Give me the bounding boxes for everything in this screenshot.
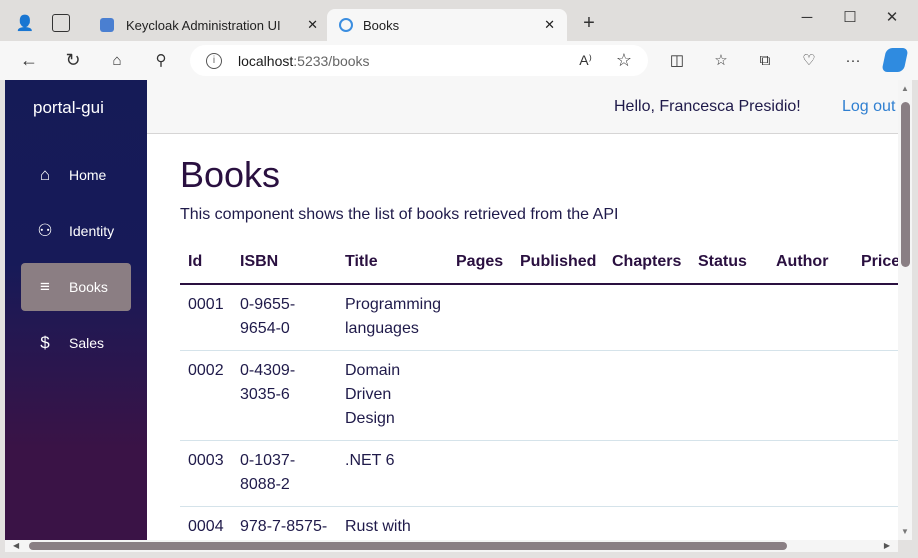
tab-keycloak[interactable]: Keycloak Administration UI ✕ [92,9,326,41]
cell-title: Rust with [337,506,448,540]
brand-link[interactable]: portal-gui [33,98,104,118]
search-icon[interactable]: ⚲ [150,49,172,71]
horizontal-scrollbar[interactable]: ◀ ▶ [5,540,898,552]
sidebar-item-identity[interactable]: ⚇ Identity [21,207,131,255]
cell-id: 0003 [180,440,232,507]
info-icon[interactable]: i [206,52,222,69]
scroll-up-icon[interactable]: ▲ [901,84,909,93]
copilot-icon[interactable] [881,48,909,72]
cell-id: 0004 [180,506,232,540]
person-icon: ⚇ [37,221,53,240]
read-aloud-icon[interactable]: A⁾ [579,52,592,69]
maximize-icon[interactable]: ☐ [838,6,862,28]
refresh-icon[interactable]: ↻ [62,49,84,71]
tab-strip: 👤 Keycloak Administration UI ✕ Books ✕ +… [0,0,918,41]
home-icon: ⌂ [39,165,51,184]
browser-essentials-icon[interactable]: ♡ [798,49,820,71]
cell-title: Domain Driven Design [337,350,448,441]
favorite-icon[interactable]: ☆ [616,50,632,71]
column-header: Published [512,240,604,285]
cell-isbn: 0-1037-8088-2 [232,440,337,507]
favorites-icon[interactable]: ☆ [710,49,732,71]
tab-actions-icon[interactable] [52,14,70,32]
url-path: :5233/books [293,52,370,69]
url-host: localhost [238,52,294,69]
tab-label: Books [363,17,400,33]
cell-title: .NET 6 [337,440,448,507]
column-header: Status [690,240,768,285]
more-icon[interactable]: ··· [842,49,864,71]
sidebar: portal-gui ⌂ Home ⚇ Identity ≡ Books $ Sales [5,80,147,540]
new-tab-icon[interactable]: + [578,12,600,34]
tab-label: Keycloak Administration UI [126,17,281,33]
split-screen-icon[interactable]: ◫ [666,49,688,71]
sidebar-item-sales[interactable]: $ Sales [21,319,131,367]
sidebar-item-books[interactable]: ≡ Books [21,263,131,311]
web-page: portal-gui ⌂ Home ⚇ Identity ≡ Books $ Sales… [5,80,912,540]
column-header: Title [337,240,448,285]
nav-label: Identity [69,223,115,239]
cell-id: 0002 [180,350,232,441]
table-row: 0001 0-9655-9654-0 Programming languages [180,284,912,351]
list-icon: ≡ [40,277,50,296]
cell-isbn: 978-7-8575- [232,506,337,540]
table-row: 0004 978-7-8575- Rust with [180,506,912,540]
tab-books[interactable]: Books ✕ [327,9,567,41]
nav-label: Books [69,279,108,295]
cell-isbn: 0-4309-3035-6 [232,350,337,441]
close-tab-icon[interactable]: ✕ [544,17,555,33]
vertical-scrollbar[interactable]: ▲ ▼ [898,80,912,540]
minimize-icon[interactable]: ─ [795,6,819,28]
back-icon[interactable]: ← [18,49,40,71]
cell-title: Programming languages [337,284,448,351]
page-description: This component shows the list of books r… [180,206,619,223]
home-icon[interactable]: ⌂ [106,49,128,71]
profile-icon[interactable]: 👤 [14,12,36,34]
column-header: Pages [448,240,512,285]
cell-id: 0001 [180,284,232,351]
cell-isbn: 0-9655-9654-0 [232,284,337,351]
nav-label: Home [69,167,107,183]
column-header: Id [180,240,232,285]
keycloak-icon [100,18,114,32]
close-tab-icon[interactable]: ✕ [307,17,318,33]
horizontal-scroll-thumb[interactable] [29,542,787,550]
scroll-right-icon[interactable]: ▶ [884,541,890,550]
column-header: Chapters [604,240,690,285]
nav-label: Sales [69,335,105,351]
column-header: ISBN [232,240,337,285]
sidebar-item-home[interactable]: ⌂ Home [21,151,131,199]
column-header: Author [768,240,853,285]
table-header: Id ISBN Title Pages Published Chapters S… [180,240,912,285]
table-row: 0002 0-4309-3035-6 Domain Driven Design [180,350,912,441]
vertical-scroll-thumb[interactable] [901,102,910,267]
browser-toolbar: ← ↻ ⌂ ⚲ i localhost:5233/books A⁾ ☆ ◫ ☆ … [0,41,918,80]
page-title: Books [180,154,281,195]
logout-link[interactable]: Log out [842,98,895,116]
scroll-left-icon[interactable]: ◀ [13,541,19,550]
close-icon[interactable]: ✕ [880,6,904,28]
scroll-down-icon[interactable]: ▼ [901,527,909,536]
greeting: Hello, Francesca Presidio! [614,98,801,115]
books-table: Id ISBN Title Pages Published Chapters S… [180,240,912,540]
table-row: 0003 0-1037-8088-2 .NET 6 [180,440,912,507]
top-bar: Hello, Francesca Presidio! Log out [147,80,912,134]
dollar-icon: $ [40,333,50,352]
collections-icon[interactable]: ⧉ [754,49,776,71]
blazor-icon [339,18,353,32]
address-bar[interactable]: i localhost:5233/books A⁾ ☆ [190,45,648,76]
